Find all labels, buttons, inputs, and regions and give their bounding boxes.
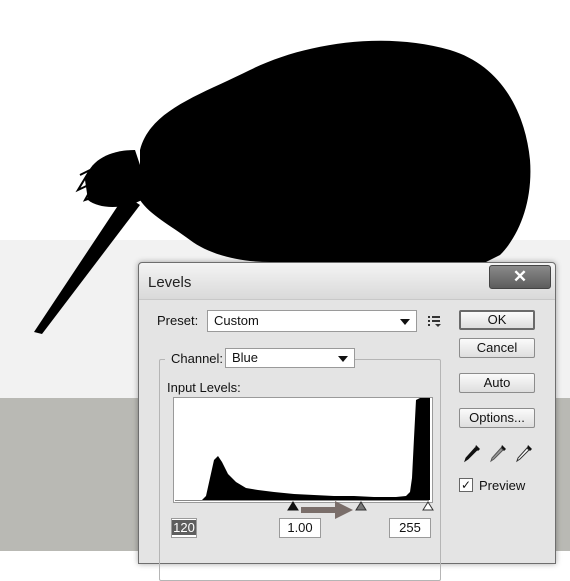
black-point-slider[interactable] bbox=[287, 501, 299, 511]
preview-checkbox[interactable]: ✓ bbox=[459, 478, 473, 492]
preset-dropdown[interactable]: Custom bbox=[207, 310, 417, 332]
input-levels-label: Input Levels: bbox=[167, 380, 241, 395]
preview-label: Preview bbox=[479, 478, 526, 493]
channel-value: Blue bbox=[232, 350, 259, 365]
gray-eyedropper-icon[interactable] bbox=[489, 443, 507, 463]
white-eyedropper-icon[interactable] bbox=[515, 443, 533, 463]
close-icon: ✕ bbox=[512, 267, 528, 286]
preset-label: Preset: bbox=[157, 313, 199, 328]
title-bar[interactable]: Levels ✕ bbox=[139, 263, 555, 300]
ok-button[interactable]: OK bbox=[459, 310, 535, 330]
levels-dialog: Levels ✕ Preset: Custom OK Cancel Auto O… bbox=[138, 262, 556, 581]
white-point-slider[interactable] bbox=[422, 501, 434, 511]
preset-value: Custom bbox=[214, 313, 259, 328]
channel-dropdown[interactable]: Blue bbox=[225, 348, 355, 368]
histogram bbox=[173, 397, 433, 503]
chevron-down-icon bbox=[338, 356, 348, 362]
close-button[interactable]: ✕ bbox=[489, 265, 551, 289]
black-eyedropper-icon[interactable] bbox=[463, 443, 481, 463]
white-point-input[interactable]: 255 bbox=[389, 518, 431, 538]
black-point-input[interactable]: 120 bbox=[171, 518, 197, 538]
options-button[interactable]: Options... bbox=[459, 408, 535, 428]
histogram-plot bbox=[174, 398, 430, 500]
channel-label: Channel: bbox=[165, 351, 230, 366]
preset-options-icon[interactable] bbox=[427, 314, 443, 328]
chevron-down-icon bbox=[400, 319, 410, 325]
annotation-arrow bbox=[301, 501, 353, 519]
midtone-input[interactable]: 1.00 bbox=[279, 518, 321, 538]
cancel-button[interactable]: Cancel bbox=[459, 338, 535, 358]
black-point-value: 120 bbox=[172, 520, 196, 535]
dialog-title: Levels bbox=[148, 274, 192, 291]
auto-button[interactable]: Auto bbox=[459, 373, 535, 393]
